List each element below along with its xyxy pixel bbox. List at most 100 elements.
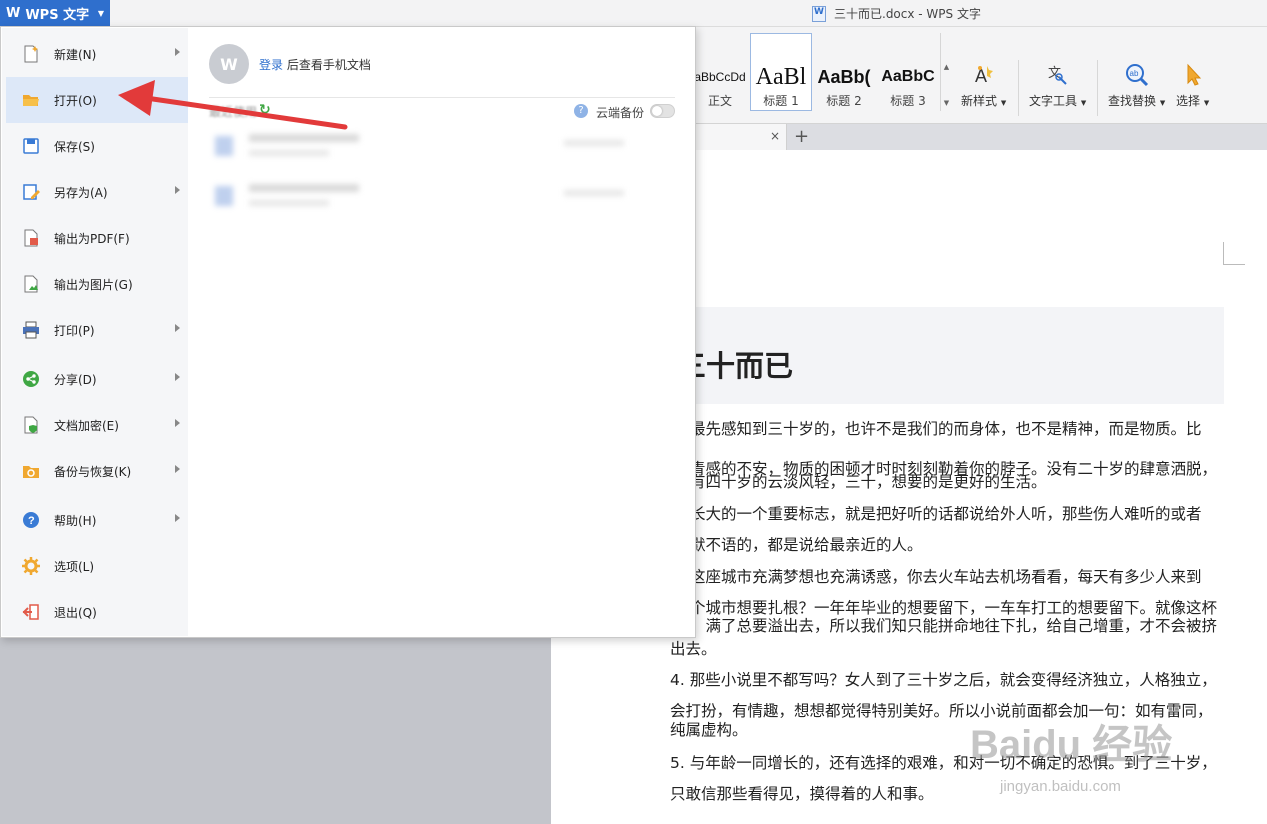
menu-item-label: 帮助(H) <box>54 513 97 528</box>
style-label: 标题 1 <box>763 94 799 108</box>
text-tools-button[interactable]: 文 文字工具 ▼ <box>1029 62 1086 109</box>
export-image-icon <box>22 275 40 293</box>
recent-file-row[interactable] <box>209 178 639 218</box>
chevron-right-icon <box>175 324 180 332</box>
new-style-label: 新样式 <box>961 94 998 108</box>
style-sample: AaBl <box>755 64 807 90</box>
recent-file-row[interactable] <box>209 128 639 168</box>
encrypt-document-icon <box>22 416 40 434</box>
find-replace-button[interactable]: ab 查找替换 ▼ <box>1108 62 1165 109</box>
save-icon <box>22 137 40 155</box>
text-tools-label: 文字工具 <box>1029 94 1078 108</box>
menu-item-save[interactable]: 保存(S) <box>6 123 188 169</box>
chevron-down-icon[interactable]: ▼ <box>944 99 949 107</box>
cloud-backup-toggle[interactable] <box>650 104 675 118</box>
document-line: 最先感知到三十岁的，也许不是我们的而身体，也不是精神，而是物质。比 <box>690 420 1202 438</box>
menu-item-label: 退出(Q) <box>54 605 97 620</box>
backup-restore-icon <box>22 462 40 480</box>
save-as-icon <box>22 183 40 201</box>
style-heading-1[interactable]: AaBl 标题 1 <box>750 33 812 111</box>
chevron-up-icon[interactable]: ▲ <box>944 63 949 71</box>
style-sample: AaBbC <box>881 68 935 85</box>
window-title-text: 三十而已.docx - WPS 文字 <box>834 7 981 21</box>
menu-item-label: 选项(L) <box>54 559 95 574</box>
login-prompt: 登录 后查看手机文档 <box>259 56 371 73</box>
menu-item-save-as[interactable]: 另存为(A) <box>6 169 188 215</box>
document-line: 这座城市充满梦想也充满诱惑，你去火车站去机场看看，每天有多少人来到 <box>690 568 1202 586</box>
menu-item-label: 输出为PDF(F) <box>54 231 130 246</box>
menu-item-label: 文档加密(E) <box>54 418 119 433</box>
help-icon: ? <box>22 511 40 529</box>
menu-item-label: 备份与恢复(K) <box>54 464 132 479</box>
window-title: 三十而已.docx - WPS 文字 <box>812 5 981 22</box>
style-sample: AaBb( <box>817 67 871 87</box>
chevron-right-icon <box>175 48 180 56</box>
menu-item-encrypt-document[interactable]: 文档加密(E) <box>6 402 188 448</box>
file-menu-panel: 新建(N) 打开(O) 保存(S) 另存为(A) 输出为PDF(F) 输出为图片(G) 打印… <box>0 26 696 638</box>
ribbon-divider <box>1018 60 1019 116</box>
ribbon-divider <box>1097 60 1098 116</box>
document-line: 只敢信那些看得见，摸得着的人和事。 <box>670 785 934 803</box>
menu-item-exit[interactable]: 退出(Q) <box>6 589 188 635</box>
divider <box>209 97 675 98</box>
avatar[interactable]: W <box>209 44 249 84</box>
style-label: 标题 2 <box>826 94 862 108</box>
title-bar: W WPS 文字 ▼ 三十而已.docx - WPS 文字 <box>0 0 1267 27</box>
menu-item-label: 另存为(A) <box>54 185 108 200</box>
menu-item-new-document[interactable]: 新建(N) <box>6 31 188 77</box>
svg-text:ab: ab <box>1129 69 1138 78</box>
select-label: 选择 <box>1176 94 1201 108</box>
document-line: ，满了总要溢出去，所以我们知只能拼命地往下扎，给自己增重，才不会被挤 <box>690 617 1218 635</box>
style-heading-3[interactable]: AaBbC 标题 3 <box>876 33 940 111</box>
menu-item-label: 保存(S) <box>54 139 95 154</box>
chevron-right-icon <box>175 419 180 427</box>
select-button[interactable]: 选择 ▼ <box>1176 62 1209 109</box>
share-icon <box>22 370 40 388</box>
chevron-down-icon: ▼ <box>97 8 104 18</box>
close-tab-icon[interactable]: × <box>770 129 780 143</box>
new-document-icon <box>22 45 40 63</box>
select-cursor-icon <box>1183 62 1203 88</box>
login-link[interactable]: 登录 <box>259 58 283 72</box>
options-gear-icon <box>22 557 40 575</box>
margin-corner-mark <box>1223 242 1245 265</box>
chevron-right-icon <box>175 186 180 194</box>
menu-item-export-image[interactable]: 输出为图片(G) <box>6 261 188 307</box>
document-tab[interactable]: × <box>695 124 787 150</box>
svg-text:?: ? <box>28 515 35 527</box>
baidu-watermark: Baidu 经验 <box>970 723 1173 767</box>
cloud-backup-label: 云端备份 <box>596 106 645 120</box>
menu-item-options-gear[interactable]: 选项(L) <box>6 543 188 589</box>
document-line: 出去。 <box>670 640 717 658</box>
menu-item-label: 分享(D) <box>54 372 97 387</box>
refresh-icon[interactable]: ↻ <box>259 102 271 118</box>
new-style-button[interactable]: A 新样式 ▼ <box>961 62 1006 109</box>
style-heading-2[interactable]: AaBb( 标题 2 <box>812 33 876 111</box>
recent-label: 最近使用 <box>209 105 258 119</box>
print-icon <box>22 321 40 339</box>
menu-item-print[interactable]: 打印(P) <box>6 307 188 353</box>
exit-icon <box>22 603 40 621</box>
help-icon[interactable]: ? <box>574 104 588 118</box>
export-pdf-icon <box>22 229 40 247</box>
find-replace-icon: ab <box>1124 62 1150 88</box>
style-gallery: aBbCcDd 正文 AaBl 标题 1 AaBb( 标题 2 AaBbC 标题… <box>690 33 953 111</box>
gallery-scroll[interactable]: ▲ ▼ <box>940 33 952 111</box>
document-line: 纯属虚构。 <box>670 721 748 739</box>
document-icon <box>812 5 826 22</box>
menu-item-backup-restore[interactable]: 备份与恢复(K) <box>6 448 188 494</box>
chevron-right-icon <box>175 373 180 381</box>
menu-item-label: 输出为图片(G) <box>54 277 133 292</box>
menu-item-export-pdf[interactable]: 输出为PDF(F) <box>6 215 188 261</box>
document-line: 默不语的，都是说给最亲近的人。 <box>690 536 923 554</box>
new-style-icon: A <box>972 62 996 88</box>
app-menu-button[interactable]: W WPS 文字 ▼ <box>0 0 110 26</box>
open-folder-icon <box>22 91 40 109</box>
style-normal[interactable]: aBbCcDd 正文 <box>690 33 750 111</box>
text-tools-icon: 文 <box>1046 62 1070 88</box>
menu-item-open-folder[interactable]: 打开(O) <box>6 77 188 123</box>
menu-item-help[interactable]: ? 帮助(H) <box>6 497 188 543</box>
add-tab-icon[interactable]: + <box>794 126 809 147</box>
recent-pane: W 登录 后查看手机文档 最近使用 ↻ ? 云端备份 <box>189 28 695 636</box>
menu-item-share[interactable]: 分享(D) <box>6 356 188 402</box>
